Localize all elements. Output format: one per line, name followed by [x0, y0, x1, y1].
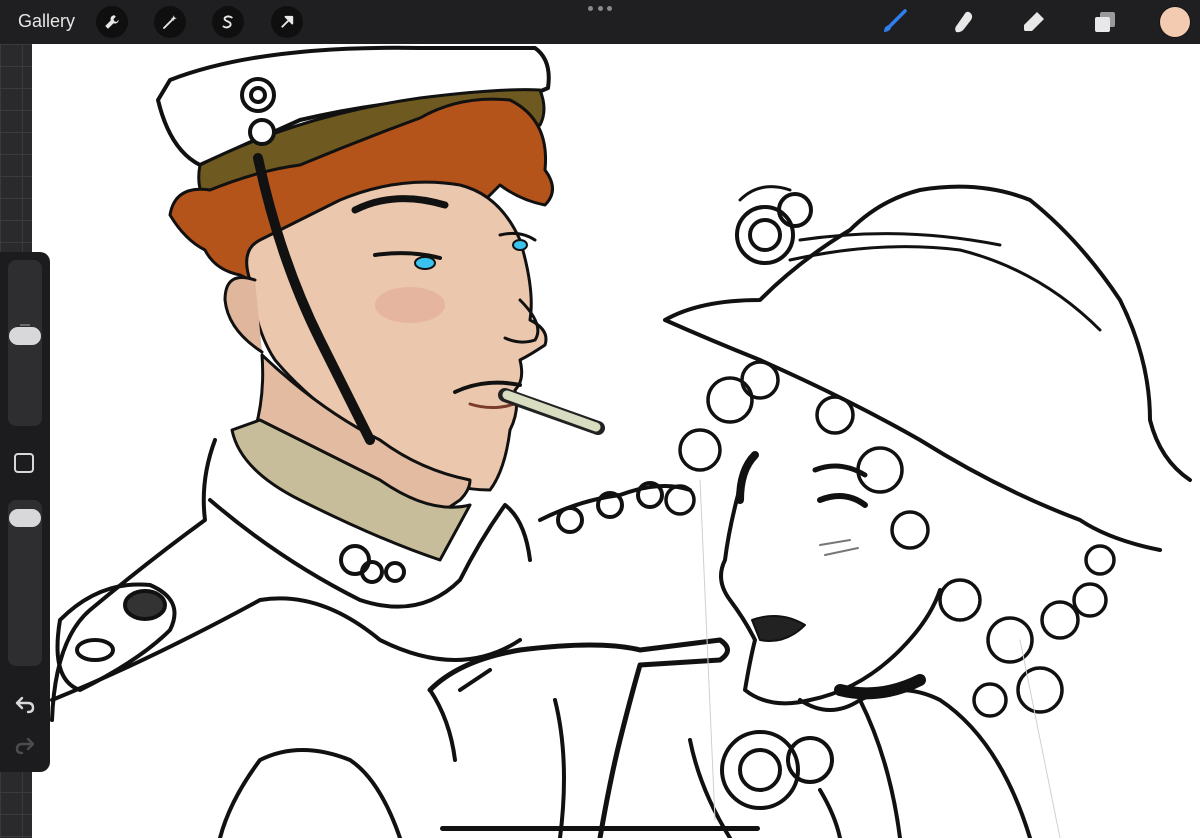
wrench-icon[interactable]: [96, 6, 128, 38]
man-eye: [414, 256, 436, 270]
opacity-thumb[interactable]: [9, 509, 41, 528]
color-picker-swatch[interactable]: [1160, 7, 1190, 37]
transform-arrow-icon[interactable]: [271, 6, 303, 38]
layers-icon[interactable]: [1091, 8, 1119, 36]
selection-s-icon[interactable]: [212, 6, 244, 38]
home-indicator: [440, 826, 760, 831]
drawing-canvas[interactable]: [32, 44, 1200, 838]
brush-size-thumb[interactable]: [9, 326, 41, 345]
cap-badge: [240, 77, 276, 113]
smudge-icon[interactable]: [950, 8, 978, 36]
brush-icon[interactable]: [880, 8, 908, 36]
slider-tick: [20, 324, 30, 326]
more-options-icon[interactable]: [588, 6, 612, 16]
gallery-button[interactable]: Gallery: [18, 11, 75, 32]
woman-lips: [751, 615, 806, 642]
dress-rose: [720, 730, 800, 810]
magic-wand-icon[interactable]: [154, 6, 186, 38]
top-toolbar: Gallery: [0, 0, 1200, 44]
modify-button[interactable]: [14, 453, 34, 473]
redo-icon[interactable]: [13, 733, 37, 757]
woman-face: [719, 468, 942, 706]
woman-curls: [664, 360, 1116, 718]
collar-button: [339, 544, 371, 576]
opacity-slider[interactable]: [8, 500, 42, 666]
brush-size-slider[interactable]: [8, 260, 42, 426]
artwork: [50, 45, 1192, 838]
hat-rose: [735, 205, 795, 265]
woman-eye: [817, 493, 868, 508]
left-sidebar: [0, 252, 50, 772]
undo-icon[interactable]: [13, 692, 37, 716]
eraser-icon[interactable]: [1020, 8, 1048, 36]
